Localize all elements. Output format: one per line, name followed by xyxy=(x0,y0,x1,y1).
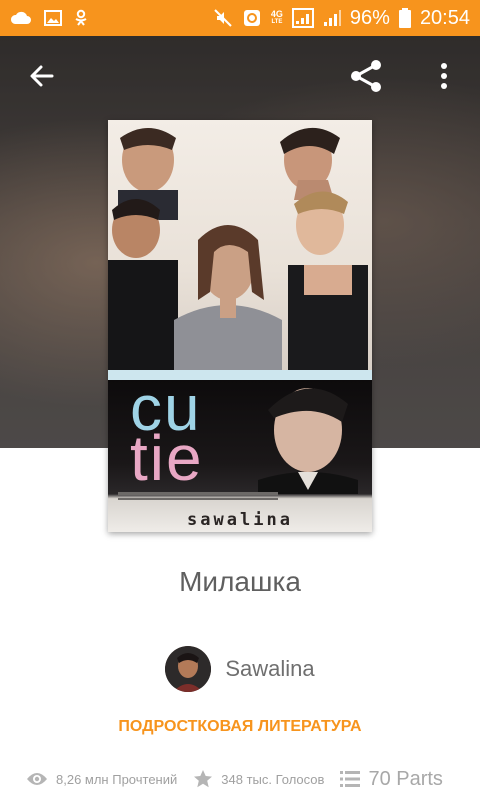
story-stats: 8,26 млн Прочтений 348 тыс. Голосов 70 P… xyxy=(0,764,480,794)
signal-strength-icon xyxy=(291,8,314,28)
story-details-screen: 4G LTE 96% 20:54 cu tie sawalina Милашка… xyxy=(0,0,480,800)
battery-icon xyxy=(398,8,411,28)
clock: 20:54 xyxy=(419,6,470,29)
star-icon xyxy=(193,769,213,789)
mute-icon xyxy=(213,8,233,28)
cover-photo-collage xyxy=(108,120,372,370)
eye-icon xyxy=(26,771,48,787)
parts-stat[interactable]: 70 Parts xyxy=(340,767,443,791)
author-row[interactable]: Sawalina xyxy=(0,646,480,692)
story-title: Милашка xyxy=(179,566,301,597)
data-saver-icon xyxy=(242,8,262,28)
arrow-left-icon xyxy=(28,62,56,95)
list-icon xyxy=(340,770,361,788)
reads-stat: 8,26 млн Прочтений xyxy=(26,771,177,787)
reads-count: 8,26 млн Прочтений xyxy=(56,771,178,787)
parts-count: 70 Parts xyxy=(368,767,443,790)
status-right-icons: 4G LTE 96% 20:54 xyxy=(213,7,470,30)
back-button[interactable] xyxy=(14,42,70,114)
cover-divider-band xyxy=(108,370,372,380)
author-name[interactable]: Sawalina xyxy=(225,656,314,682)
book-cover[interactable]: cu tie sawalina xyxy=(108,120,372,532)
cover-title-line2: tie xyxy=(130,422,204,494)
more-options-button[interactable] xyxy=(416,42,472,114)
image-icon xyxy=(44,10,62,26)
genre-link[interactable]: ПОДРОСТКОВАЯ ЛИТЕРАТУРА xyxy=(0,718,480,736)
network-type-label: 4G LTE xyxy=(270,9,283,26)
cover-author-text: sawalina xyxy=(187,510,293,530)
battery-percent: 96% xyxy=(349,6,390,29)
share-button[interactable] xyxy=(338,42,394,114)
more-vertical-icon xyxy=(440,62,448,94)
cover-bottom-panel: cu tie sawalina xyxy=(108,380,372,532)
votes-count: 348 тыс. Голосов xyxy=(221,771,325,787)
share-icon xyxy=(348,58,384,99)
author-avatar[interactable] xyxy=(165,646,212,692)
votes-stat: 348 тыс. Голосов xyxy=(193,769,324,789)
odnoklassniki-icon xyxy=(74,9,88,27)
status-left-icons xyxy=(10,9,88,27)
status-bar: 4G LTE 96% 20:54 xyxy=(0,0,480,36)
cloud-icon xyxy=(10,10,32,26)
signal-bars-icon xyxy=(323,8,341,28)
